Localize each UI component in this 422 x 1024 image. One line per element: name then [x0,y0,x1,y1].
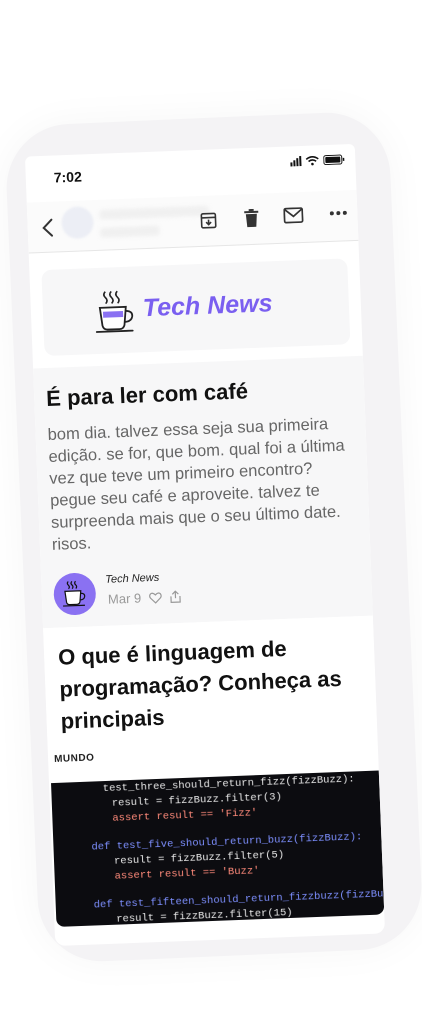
sender-name-placeholder [99,205,210,220]
email-body: Tech News É para ler com café bom dia. t… [29,244,385,927]
code-line: def test_five_should_return_buzz(fizzBuz… [91,831,363,854]
author-avatar [52,572,97,616]
article-image[interactable]: test_three_should_return_fizz(fizzBuzz):… [51,770,385,927]
code-line: result = fizzBuzz.filter(15) [116,906,293,926]
status-icons [290,154,345,167]
trash-icon[interactable] [243,208,260,229]
article-summary: bom dia. talvez essa seja sua primeira e… [47,415,345,554]
coffee-cup-icon [63,580,86,607]
status-time: 7:02 [53,168,83,186]
article-title-2[interactable]: O que é linguagem de programação? Conheç… [43,615,378,739]
code-line: assert result == 'Fizz' [112,807,258,825]
author-name[interactable]: Tech News [105,572,159,586]
code-line: assert result == 'Buzz' [114,865,260,883]
article-card[interactable]: É para ler com café bom dia. talvez essa… [33,355,373,629]
sender-meta-placeholder [99,225,161,238]
battery-icon [323,154,345,166]
archive-download-icon[interactable] [199,211,218,230]
code-line: def test_fifteen_should_return_fizzbuzz(… [93,887,385,912]
heart-icon[interactable] [149,591,162,604]
phone-screen: 7:02 Tech News É para ler com café bom d… [24,143,386,947]
share-icon[interactable] [170,590,182,603]
article-title[interactable]: É para ler com café [45,356,352,412]
coffee-cup-icon [95,290,134,333]
article-byline: Tech News Mar 9 [52,554,361,628]
article-date: Mar 9 [107,590,142,607]
signal-icon [290,156,302,167]
newsletter-logo-text: Tech News [142,289,273,323]
wifi-icon [305,156,319,166]
article-meta: Mar 9 [108,589,182,607]
more-horizontal-icon[interactable] [329,210,347,216]
envelope-icon[interactable] [283,207,304,224]
chevron-left-icon[interactable] [41,218,54,238]
sender-avatar [60,206,95,240]
newsletter-header: Tech News [41,258,351,357]
email-toolbar [26,189,359,254]
